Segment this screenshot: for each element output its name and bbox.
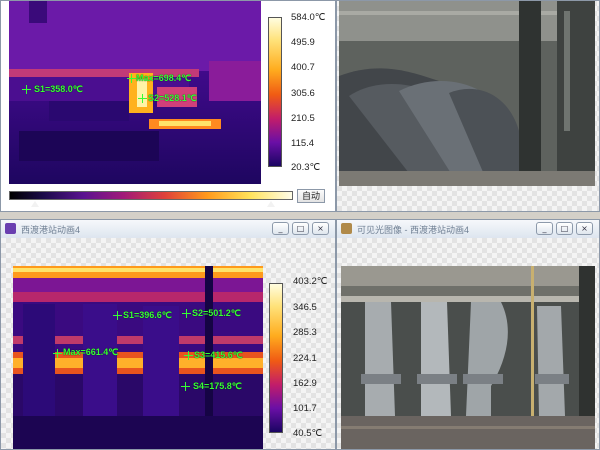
s2-crosshair-top	[138, 94, 147, 103]
s1-temp-label-top: S1=358.0℃	[34, 84, 83, 94]
scale-max-top: 584.0℃	[291, 12, 326, 23]
s1-crosshair-bottom	[113, 311, 122, 320]
close-button[interactable]: ×	[576, 222, 593, 235]
scale-tick-bottom: 285.3	[293, 327, 317, 338]
range-low-handle[interactable]	[31, 201, 39, 207]
scale-tick-top: 400.7	[291, 62, 315, 73]
s1-crosshair-top	[22, 85, 31, 94]
camera-app-icon	[341, 223, 352, 234]
scale-tick-bottom: 162.9	[293, 378, 317, 389]
s2-temp-label-bottom: S2=501.2℃	[192, 308, 241, 318]
window-title: 可见光图像 - 西渡港站动画4	[357, 225, 470, 235]
max-temp-label-top: Max=698.4℃	[136, 73, 192, 83]
maximize-button[interactable]: □	[556, 222, 573, 235]
max-crosshair-bottom	[53, 349, 62, 358]
scale-tick-top: 495.9	[291, 37, 315, 48]
s4-crosshair-bottom	[181, 382, 190, 391]
scale-tick-bottom: 224.1	[293, 353, 317, 364]
visible-image-bottom[interactable]	[341, 266, 595, 449]
scale-min-bottom: 40.5℃	[293, 428, 323, 439]
s3-temp-label-bottom: S3=415.6℃	[194, 350, 243, 360]
s2-temp-label-top: S2=528.1℃	[148, 93, 197, 103]
scale-tick-bottom: 101.7	[293, 403, 317, 414]
temperature-scale-bottom	[269, 283, 283, 433]
thermal-window-top: Max=698.4℃ S1=358.0℃ S2=528.1℃ 584.0℃ 49…	[0, 0, 336, 212]
visible-window-bottom: 可见光图像 - 西渡港站动画4 _ □ ×	[336, 219, 600, 450]
range-high-handle[interactable]	[267, 201, 275, 207]
s4-temp-label-bottom: S4=175.8℃	[193, 381, 242, 391]
close-button[interactable]: ×	[312, 222, 329, 235]
thermal-app-icon	[5, 223, 16, 234]
thermal-window-bottom: 西渡港站动画4 _ □ × S1=396.6℃ S2=501.2℃ Max=66…	[0, 219, 336, 450]
scale-max-bottom: 403.2℃	[293, 276, 328, 287]
window-title: 西渡港站动画4	[21, 225, 81, 235]
s3-crosshair-bottom	[184, 351, 193, 360]
minimize-button[interactable]: _	[536, 222, 553, 235]
maximize-button[interactable]: □	[292, 222, 309, 235]
scale-tick-top: 305.6	[291, 88, 315, 99]
minimize-button[interactable]: _	[272, 222, 289, 235]
s2-crosshair-bottom	[182, 309, 191, 318]
scale-tick-top: 210.5	[291, 113, 315, 124]
s1-temp-label-bottom: S1=396.6℃	[123, 310, 172, 320]
scale-min-top: 20.3℃	[291, 162, 321, 173]
visible-image-top[interactable]	[339, 1, 595, 186]
palette-range-slider[interactable]	[9, 191, 293, 200]
title-bar[interactable]: 西渡港站动画4 _ □ ×	[1, 220, 335, 239]
title-bar[interactable]: 可见光图像 - 西渡港站动画4 _ □ ×	[337, 220, 599, 239]
max-crosshair-top	[127, 74, 136, 83]
auto-range-button[interactable]: 自动	[297, 189, 325, 203]
visible-window-top	[336, 0, 600, 212]
scale-tick-top: 115.4	[291, 138, 315, 149]
temperature-scale-top	[268, 17, 282, 167]
max-temp-label-bottom: Max=661.4℃	[63, 347, 119, 357]
scale-tick-bottom: 346.5	[293, 302, 317, 313]
